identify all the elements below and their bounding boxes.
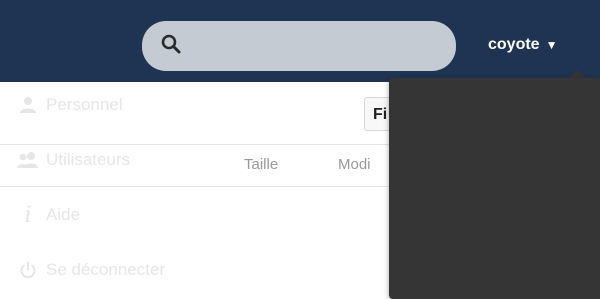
- search-icon[interactable]: [160, 33, 182, 55]
- user-dropdown-menu: [389, 78, 600, 299]
- info-icon: i: [24, 202, 32, 228]
- column-header-modified[interactable]: Modi: [338, 156, 371, 173]
- username-label: coyote: [488, 36, 540, 53]
- menu-item-label: Se déconnecter: [46, 260, 166, 279]
- menu-item-label: Aide: [46, 205, 81, 224]
- menu-item-label: Utilisateurs: [46, 150, 131, 169]
- menu-item-personnel[interactable]: Personnel: [0, 78, 211, 132]
- person-icon: [14, 96, 42, 114]
- menu-item-utilisateurs[interactable]: Utilisateurs: [0, 133, 211, 187]
- user-menu-toggle[interactable]: coyote ▼: [488, 32, 557, 58]
- power-icon: [14, 261, 42, 279]
- search-input[interactable]: [142, 21, 456, 71]
- users-icon: [14, 151, 42, 169]
- menu-item-aide[interactable]: i Aide: [0, 188, 211, 242]
- caret-down-icon: ▼: [545, 38, 558, 52]
- menu-item-logout[interactable]: Se déconnecter: [0, 243, 211, 297]
- menu-item-label: Personnel: [46, 95, 123, 114]
- column-header-size[interactable]: Taille: [244, 156, 278, 173]
